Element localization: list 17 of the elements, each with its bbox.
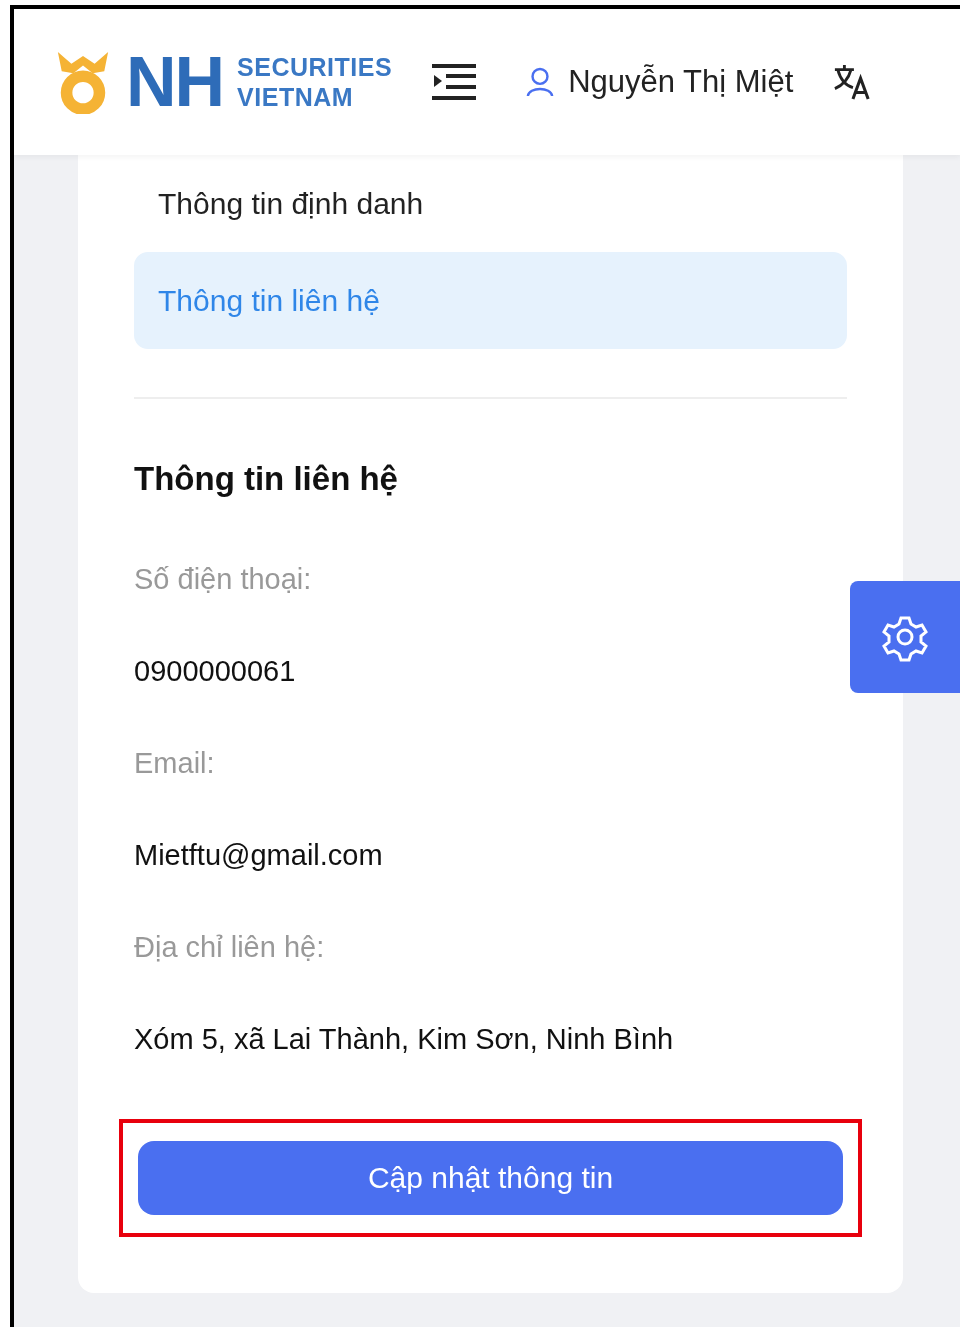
field-label: Địa chỉ liên hệ: xyxy=(134,930,326,965)
field-label: Email: xyxy=(134,746,216,781)
translate-icon[interactable] xyxy=(833,63,872,101)
logo-text: NH xyxy=(126,47,224,117)
field-label: Số điện thoại: xyxy=(134,562,313,597)
user-icon xyxy=(526,66,555,98)
logo-tagline: SECURITIES xyxy=(237,52,393,82)
field-value: 0900000061 xyxy=(134,654,297,689)
settings-button[interactable] xyxy=(850,581,960,693)
field-value: Xóm 5, xã Lai Thành, Kim Sơn, Ninh Bình xyxy=(134,1022,675,1057)
menu-item[interactable]: Thông tin định danh xyxy=(134,155,847,252)
user-link[interactable]: Nguyễn Thị Miệt xyxy=(526,64,794,100)
update-button[interactable]: Cập nhật thông tin xyxy=(138,1141,843,1215)
field-value: Mietftu@gmail.com xyxy=(134,838,384,873)
menu-icon[interactable] xyxy=(432,62,477,102)
logo-tagline: VIETNAM xyxy=(237,82,355,112)
section-title: Thông tin liên hệ xyxy=(134,459,399,499)
